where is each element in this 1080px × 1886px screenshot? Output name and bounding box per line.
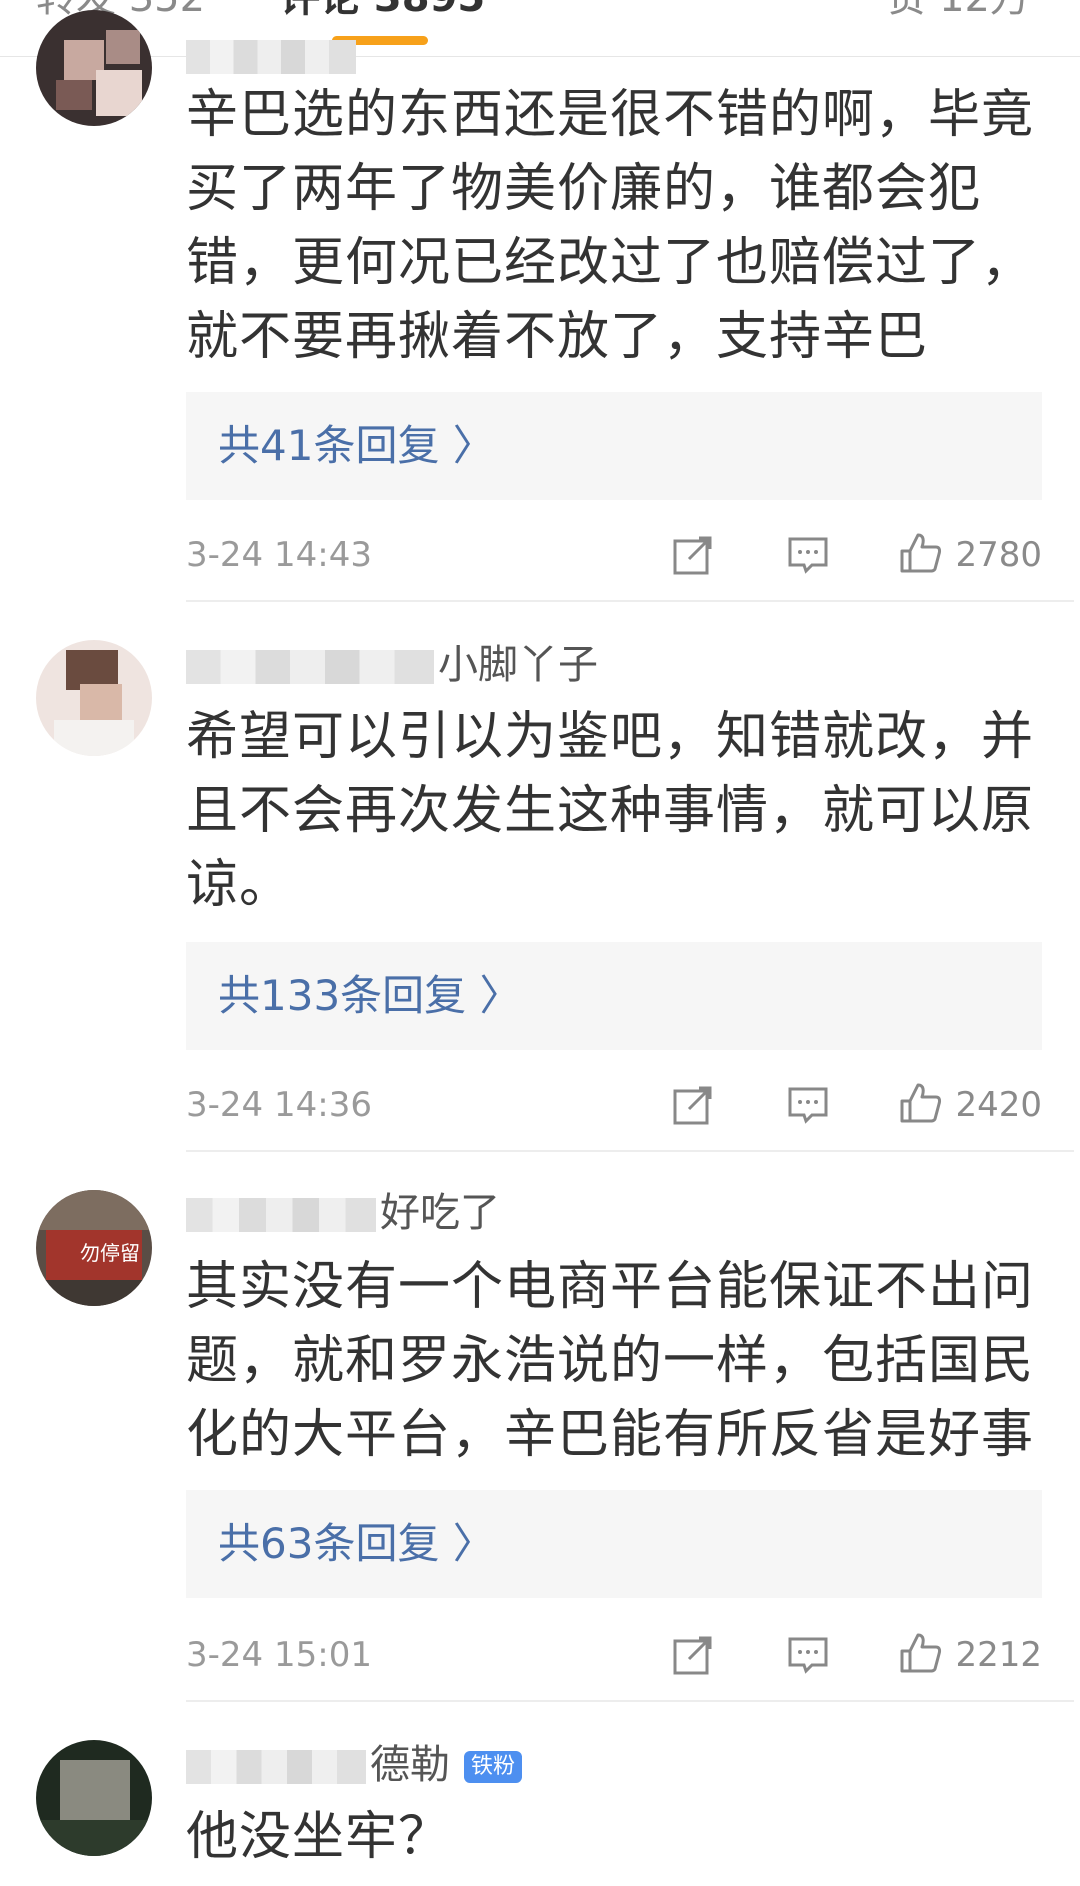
- tab-bar: 转发 352 评论 3895 赞 12万: [0, 0, 1080, 57]
- timestamp: 3-24 14:36: [186, 1085, 372, 1125]
- repost-icon: [673, 1636, 712, 1675]
- divider: [186, 600, 1074, 602]
- redacted-name: [186, 1750, 366, 1784]
- like-icon: [900, 1083, 942, 1123]
- username[interactable]: 小脚丫子: [186, 640, 598, 690]
- comment-icon: [788, 1637, 828, 1674]
- avatar[interactable]: [36, 1740, 152, 1856]
- like-button[interactable]: [898, 531, 942, 575]
- divider: [186, 1150, 1074, 1152]
- tab-like[interactable]: 赞 12万: [886, 0, 1030, 22]
- repost-button[interactable]: [671, 1083, 715, 1127]
- repost-button[interactable]: [671, 533, 715, 577]
- like-icon: [900, 1633, 942, 1673]
- redacted-name: [186, 1198, 376, 1232]
- like-count: 2420: [955, 1085, 1042, 1125]
- username[interactable]: 德勒 铁粉: [186, 1740, 523, 1790]
- comment-text: 其实没有一个电商平台能保证不出问题，就和罗永浩说的一样，包括国民化的大平台，辛巴…: [186, 1257, 1035, 1465]
- fan-badge: 铁粉: [464, 1751, 523, 1783]
- username[interactable]: [186, 30, 360, 80]
- repost-icon: [673, 536, 712, 575]
- replies-link[interactable]: 共41条回复 〉: [186, 392, 1042, 500]
- like-button[interactable]: [898, 1631, 942, 1675]
- like-count: 2780: [955, 535, 1042, 575]
- timestamp: 3-24 14:43: [186, 535, 372, 575]
- replies-link[interactable]: 共63条回复 〉: [186, 1490, 1042, 1598]
- comment-button[interactable]: [786, 1083, 830, 1127]
- like-icon: [900, 533, 942, 573]
- comment-text: 辛巴选的东西还是很不错的啊，毕竟买了两年了物美价廉的，谁都会犯错，更何况已经改过…: [186, 85, 1035, 367]
- redacted-name: [186, 40, 356, 74]
- comment-text: 他没坐牢？: [186, 1807, 452, 1867]
- repost-icon: [673, 1086, 712, 1125]
- comment-button[interactable]: [786, 1633, 830, 1677]
- avatar[interactable]: [36, 640, 152, 756]
- avatar[interactable]: [36, 10, 152, 126]
- comment-button[interactable]: [786, 533, 830, 577]
- like-button[interactable]: [898, 1081, 942, 1125]
- avatar[interactable]: 勿停留: [36, 1190, 152, 1306]
- replies-link[interactable]: 共133条回复 〉: [186, 942, 1042, 1050]
- avatar-label: 勿停留: [80, 1241, 140, 1265]
- divider: [186, 1700, 1074, 1702]
- username[interactable]: 好吃了: [186, 1188, 500, 1238]
- redacted-name: [186, 650, 434, 684]
- comment-icon: [788, 537, 828, 574]
- comment-icon: [788, 1087, 828, 1124]
- timestamp: 3-24 15:01: [186, 1635, 372, 1675]
- comment-text: 希望可以引以为鉴吧，知错就改，并且不会再次发生这种事情，就可以原谅。: [186, 707, 1035, 915]
- repost-button[interactable]: [671, 1633, 715, 1677]
- like-count: 2212: [955, 1635, 1042, 1675]
